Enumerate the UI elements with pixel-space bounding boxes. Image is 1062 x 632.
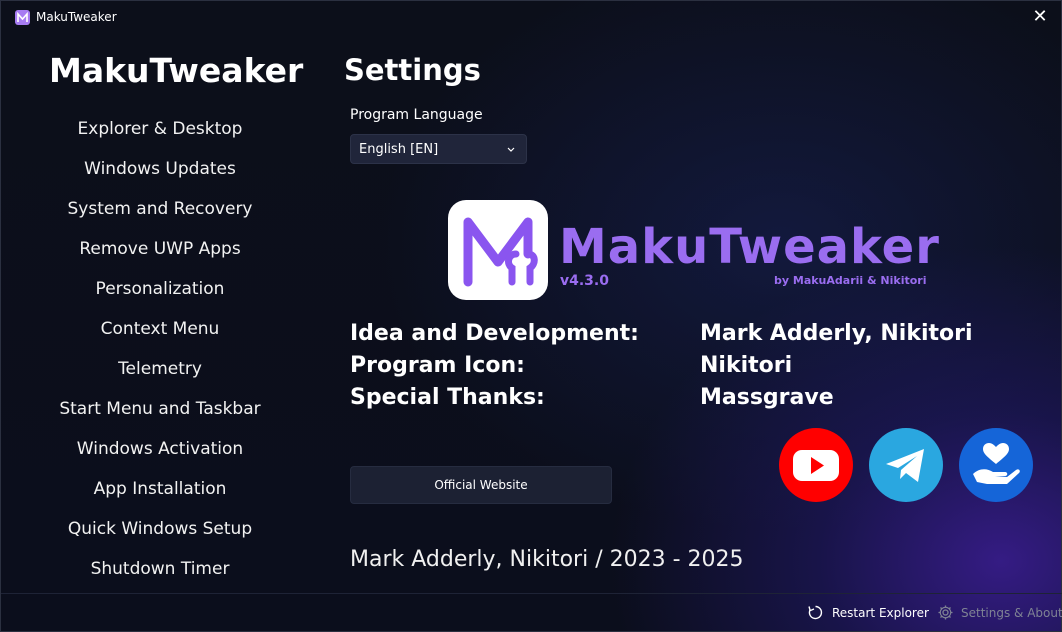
credit-value: Mark Adderly, Nikitori: [700, 321, 973, 346]
language-selected-value: English [EN]: [359, 141, 439, 157]
gear-icon: [938, 605, 953, 620]
sidebar-item-shutdown-timer[interactable]: Shutdown Timer: [41, 549, 279, 589]
version-label: v4.3.0: [560, 273, 609, 289]
sidebar-nav: Explorer & Desktop Windows Updates Syste…: [41, 109, 279, 589]
restart-explorer-button[interactable]: Restart Explorer: [807, 604, 929, 621]
settings-about-button[interactable]: Settings & About: [937, 604, 1062, 621]
brand-name: MakuTweaker: [559, 219, 940, 275]
window-title: MakuTweaker: [36, 10, 117, 24]
sidebar-item-windows-activation[interactable]: Windows Activation: [41, 429, 279, 469]
app-window: MakuTweaker ✕ MakuTweaker Explorer & Des…: [0, 0, 1062, 632]
credit-key: Idea and Development:: [350, 321, 639, 346]
sidebar-item-windows-updates[interactable]: Windows Updates: [41, 149, 279, 189]
sidebar-item-quick-windows-setup[interactable]: Quick Windows Setup: [41, 509, 279, 549]
app-logo-icon: [15, 10, 30, 25]
sidebar-item-app-installation[interactable]: App Installation: [41, 469, 279, 509]
credit-key: Special Thanks:: [350, 385, 545, 410]
bottom-bar: Restart Explorer Settings & About: [1, 593, 1062, 632]
restart-explorer-label: Restart Explorer: [832, 605, 929, 620]
credit-value: Massgrave: [700, 385, 834, 410]
page-title: Settings: [344, 53, 481, 87]
brand-authors: by MakuAdarii & Nikitori: [774, 274, 927, 287]
sidebar-item-explorer-desktop[interactable]: Explorer & Desktop: [41, 109, 279, 149]
sidebar-title: MakuTweaker: [49, 51, 304, 90]
credit-row: Special Thanks: Massgrave: [350, 385, 990, 417]
sidebar-item-start-menu-taskbar[interactable]: Start Menu and Taskbar: [41, 389, 279, 429]
language-dropdown[interactable]: English [EN]: [350, 134, 527, 164]
credit-value: Nikitori: [700, 353, 793, 378]
sidebar-item-system-recovery[interactable]: System and Recovery: [41, 189, 279, 229]
restart-icon: [808, 605, 823, 620]
credit-key: Program Icon:: [350, 353, 525, 378]
credits-list: Idea and Development: Mark Adderly, Niki…: [350, 321, 990, 417]
telegram-icon[interactable]: [869, 428, 943, 502]
credit-row: Idea and Development: Mark Adderly, Niki…: [350, 321, 990, 353]
chevron-down-icon: [506, 143, 516, 158]
official-website-button[interactable]: Official Website: [350, 466, 612, 504]
donate-icon[interactable]: [959, 428, 1033, 502]
language-label: Program Language: [350, 107, 483, 123]
sidebar-item-remove-uwp-apps[interactable]: Remove UWP Apps: [41, 229, 279, 269]
close-icon[interactable]: ✕: [1031, 8, 1049, 27]
youtube-icon[interactable]: [779, 428, 853, 502]
sidebar-item-personalization[interactable]: Personalization: [41, 269, 279, 309]
credit-row: Program Icon: Nikitori: [350, 353, 990, 385]
app-logo: [448, 200, 548, 300]
sidebar-item-telemetry[interactable]: Telemetry: [41, 349, 279, 389]
title-bar: MakuTweaker ✕: [1, 1, 1062, 33]
copyright-text: Mark Adderly, Nikitori / 2023 - 2025: [350, 547, 744, 572]
sidebar-item-context-menu[interactable]: Context Menu: [41, 309, 279, 349]
settings-about-label: Settings & About: [961, 605, 1062, 620]
